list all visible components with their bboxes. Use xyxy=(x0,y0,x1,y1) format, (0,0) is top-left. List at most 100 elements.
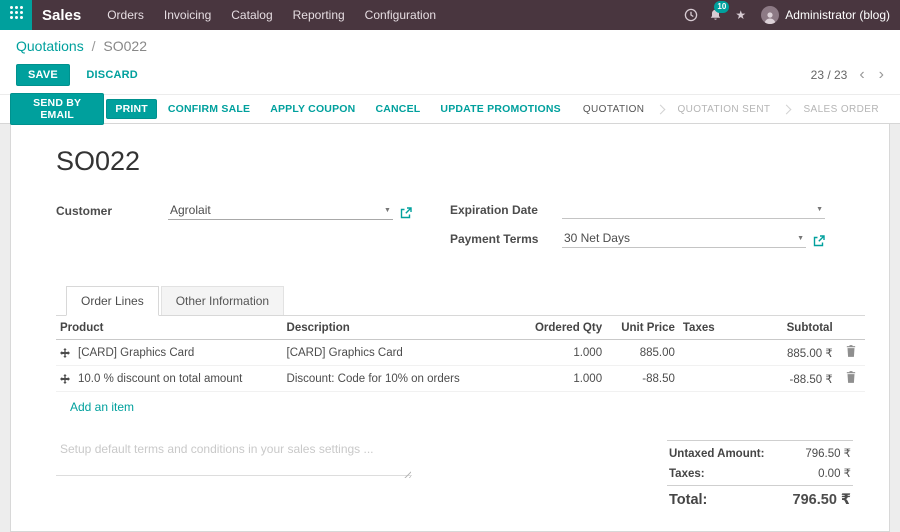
confirm-sale-button[interactable]: CONFIRM SALE xyxy=(159,100,259,118)
line-subtotal: -88.50 ₹ xyxy=(743,365,837,392)
status-bar: QUOTATION QUOTATION SENT SALES ORDER xyxy=(570,95,900,123)
control-panel: SAVE DISCARD 23 / 23 ‹ › xyxy=(0,58,900,94)
page-title: SO022 xyxy=(56,146,141,176)
action-bar: SEND BY EMAIL PRINT CONFIRM SALE APPLY C… xyxy=(0,93,900,125)
table-row[interactable]: 10.0 % discount on total amount Discount… xyxy=(56,365,865,392)
column-header-subtotal[interactable]: Subtotal xyxy=(743,316,837,340)
breadcrumb: Quotations / SO022 xyxy=(0,30,900,58)
total-row: Total: 796.50 ₹ xyxy=(667,485,853,511)
breadcrumb-quotations-link[interactable]: Quotations xyxy=(16,38,84,54)
tab-order-lines[interactable]: Order Lines xyxy=(66,286,159,316)
totals-box: Untaxed Amount: 796.50 ₹ Taxes: 0.00 ₹ T… xyxy=(667,440,853,511)
customer-input[interactable]: Agrolait ▼ xyxy=(168,203,393,220)
payment-terms-external-link-icon[interactable] xyxy=(813,235,825,248)
status-sales-order[interactable]: SALES ORDER xyxy=(790,104,892,115)
column-header-unit-price[interactable]: Unit Price xyxy=(606,316,679,340)
untaxed-amount-value: 796.50 ₹ xyxy=(805,448,851,460)
line-ordered-qty[interactable]: 1.000 xyxy=(525,365,607,392)
cancel-button[interactable]: CANCEL xyxy=(366,100,429,118)
customer-label: Customer xyxy=(56,204,113,218)
menu-reporting[interactable]: Reporting xyxy=(283,0,355,30)
form-fields: Customer Agrolait ▼ Expiration Date ▼ Pa… xyxy=(56,203,865,260)
expiration-date-label: Expiration Date xyxy=(449,203,538,217)
line-product[interactable]: [CARD] Graphics Card xyxy=(78,347,194,359)
notebook-tabs: Order Lines Other Information xyxy=(56,286,865,316)
table-row[interactable]: [CARD] Graphics Card [CARD] Graphics Car… xyxy=(56,339,865,366)
user-avatar xyxy=(761,6,780,24)
apply-coupon-button[interactable]: APPLY COUPON xyxy=(261,100,364,118)
customer-external-link-icon[interactable] xyxy=(400,207,412,220)
notification-badge: 10 xyxy=(714,1,730,13)
line-taxes[interactable] xyxy=(678,365,744,392)
payment-terms-label: Payment Terms xyxy=(449,232,539,246)
content-area: SO022 Customer Agrolait ▼ Expiration Dat… xyxy=(0,124,900,532)
taxes-value: 0.00 ₹ xyxy=(818,468,851,480)
line-taxes[interactable] xyxy=(678,339,744,366)
payment-terms-input[interactable]: 30 Net Days ▼ xyxy=(561,231,806,248)
menu-configuration[interactable]: Configuration xyxy=(355,0,446,30)
expiration-field-row: Expiration Date ▼ xyxy=(450,203,825,219)
activities-clock-icon[interactable] xyxy=(678,0,703,30)
breadcrumb-separator: / xyxy=(91,38,96,54)
chevron-down-icon[interactable]: ▼ xyxy=(797,235,804,242)
pager-next-icon[interactable]: › xyxy=(877,67,886,83)
discard-button[interactable]: DISCARD xyxy=(74,65,150,85)
breadcrumb-current: SO022 xyxy=(103,38,147,54)
column-header-product[interactable]: Product xyxy=(56,316,283,340)
line-unit-price[interactable]: -88.50 xyxy=(606,365,679,392)
main-menu: Orders Invoicing Catalog Reporting Confi… xyxy=(97,0,446,30)
column-header-taxes[interactable]: Taxes xyxy=(678,316,744,340)
send-by-email-button[interactable]: SEND BY EMAIL xyxy=(10,93,105,125)
action-buttons: SEND BY EMAIL PRINT CONFIRM SALE APPLY C… xyxy=(10,93,570,125)
line-ordered-qty[interactable]: 1.000 xyxy=(525,339,607,366)
taxes-row: Taxes: 0.00 ₹ xyxy=(667,463,853,483)
save-button[interactable]: SAVE xyxy=(16,64,70,86)
apps-menu-button[interactable] xyxy=(0,0,32,30)
chevron-down-icon[interactable]: ▼ xyxy=(816,206,823,213)
line-description[interactable]: Discount: Code for 10% on orders xyxy=(282,365,526,392)
line-description[interactable]: [CARD] Graphics Card xyxy=(282,339,526,366)
line-product[interactable]: 10.0 % discount on total amount xyxy=(78,373,242,385)
sheet-footer: Untaxed Amount: 796.50 ₹ Taxes: 0.00 ₹ T… xyxy=(56,440,865,511)
chevron-down-icon[interactable]: ▼ xyxy=(384,207,391,214)
print-button[interactable]: PRINT xyxy=(106,99,157,119)
customer-field-row: Customer Agrolait ▼ xyxy=(56,203,412,220)
top-navbar: Sales Orders Invoicing Catalog Reporting… xyxy=(0,0,900,30)
column-header-ordered-qty[interactable]: Ordered Qty xyxy=(525,316,607,340)
apps-grid-icon xyxy=(9,5,24,25)
star-icon[interactable]: ★ xyxy=(728,0,753,30)
tab-other-information[interactable]: Other Information xyxy=(160,286,285,315)
app-title: Sales xyxy=(42,6,82,24)
expiration-date-input[interactable]: ▼ xyxy=(561,203,825,219)
update-promotions-button[interactable]: UPDATE PROMOTIONS xyxy=(431,100,569,118)
total-value: 796.50 ₹ xyxy=(792,492,851,508)
menu-orders[interactable]: Orders xyxy=(97,0,154,30)
drag-handle-icon[interactable] xyxy=(60,373,70,384)
taxes-label: Taxes: xyxy=(669,468,705,480)
order-lines-table: Product Description Ordered Qty Unit Pri… xyxy=(56,316,865,392)
delete-line-icon[interactable] xyxy=(846,345,856,357)
status-quotation[interactable]: QUOTATION xyxy=(570,104,658,115)
total-label: Total: xyxy=(669,492,708,508)
notifications-bell-icon[interactable]: 10 xyxy=(703,0,730,30)
menu-catalog[interactable]: Catalog xyxy=(221,0,282,30)
user-name: Administrator (blog) xyxy=(785,8,890,22)
form-buttons: SAVE DISCARD xyxy=(16,64,150,86)
untaxed-amount-label: Untaxed Amount: xyxy=(669,448,765,460)
quotation-form-sheet: SO022 Customer Agrolait ▼ Expiration Dat… xyxy=(10,124,890,532)
record-pager: 23 / 23 ‹ › xyxy=(811,67,886,83)
terms-area xyxy=(56,440,412,481)
user-menu[interactable]: Administrator (blog) xyxy=(753,6,890,24)
menu-invoicing[interactable]: Invoicing xyxy=(154,0,221,30)
pager-previous-icon[interactable]: ‹ xyxy=(857,67,866,83)
line-subtotal: 885.00 ₹ xyxy=(743,339,837,366)
add-an-item-link[interactable]: Add an item xyxy=(56,392,134,414)
untaxed-amount-row: Untaxed Amount: 796.50 ₹ xyxy=(667,443,853,463)
column-header-description[interactable]: Description xyxy=(282,316,526,340)
delete-line-icon[interactable] xyxy=(846,371,856,383)
line-unit-price[interactable]: 885.00 xyxy=(606,339,679,366)
terms-textarea[interactable] xyxy=(56,440,412,476)
status-quotation-sent[interactable]: QUOTATION SENT xyxy=(664,104,783,115)
pager-value: 23 / 23 xyxy=(810,68,848,82)
drag-handle-icon[interactable] xyxy=(60,347,70,358)
